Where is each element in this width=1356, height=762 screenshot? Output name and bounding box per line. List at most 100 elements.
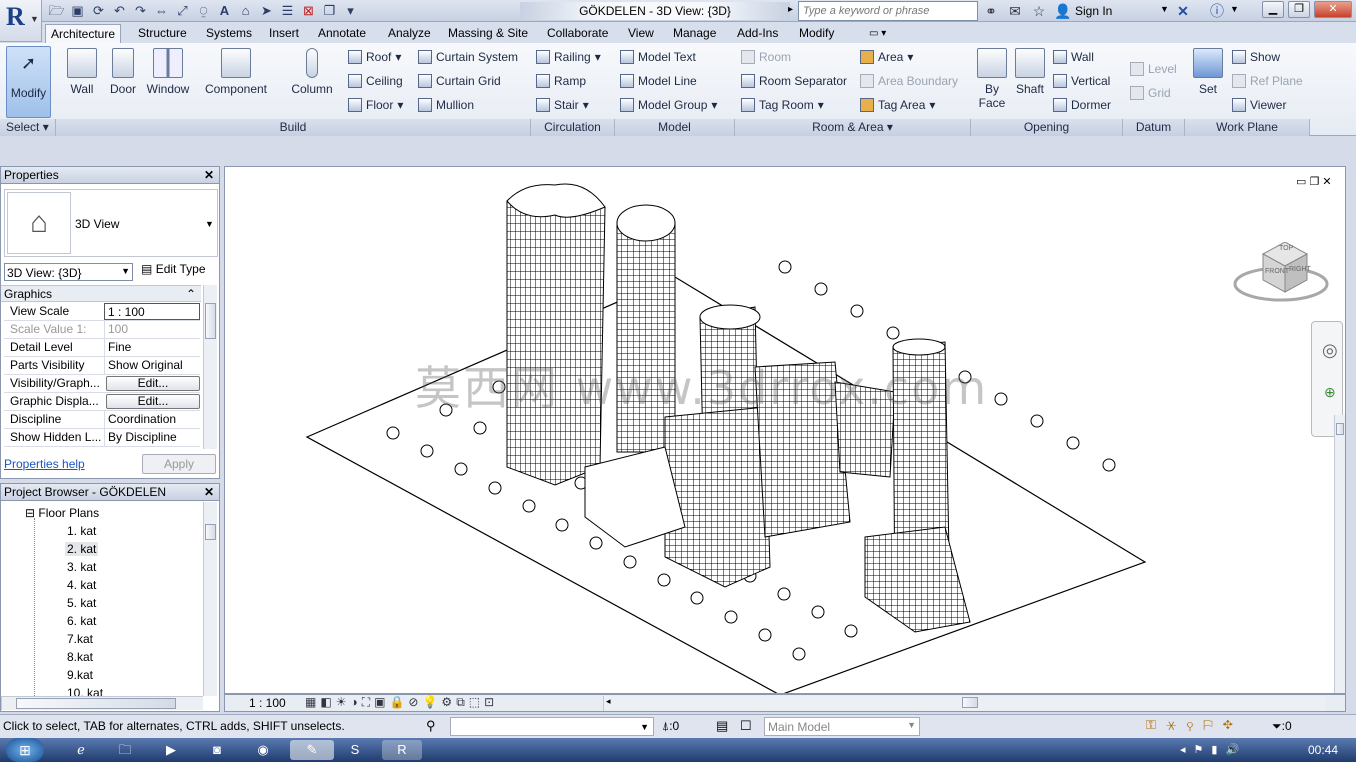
tree-item[interactable]: 7.kat bbox=[67, 632, 93, 646]
tree-item[interactable]: 8.kat bbox=[67, 650, 93, 664]
reveal-hidden-icon[interactable]: 💡 bbox=[422, 695, 441, 709]
grid-button[interactable]: Grid bbox=[1130, 84, 1177, 102]
network-icon[interactable]: ▮ bbox=[1211, 744, 1225, 756]
crop-view-icon[interactable]: ⛶ bbox=[362, 695, 374, 709]
lock-view-icon[interactable]: 🔒 bbox=[389, 695, 408, 709]
vertical-opening-button[interactable]: Vertical bbox=[1053, 72, 1111, 90]
tag-room-button[interactable]: Tag Room ▾ bbox=[741, 96, 847, 114]
tree-item[interactable]: 10. kat bbox=[67, 686, 103, 696]
tab-view[interactable]: View bbox=[623, 24, 659, 43]
prop-value[interactable]: Fine bbox=[104, 339, 200, 356]
show-crop-icon[interactable]: ▣ bbox=[374, 695, 389, 709]
revit-taskbar-icon[interactable]: R bbox=[382, 740, 422, 760]
dimension-icon[interactable]: ⤢ bbox=[174, 3, 191, 19]
browser-horizontal-scrollbar[interactable] bbox=[1, 696, 203, 710]
prop-value[interactable]: By Discipline bbox=[104, 429, 200, 446]
scroll-thumb[interactable] bbox=[205, 303, 216, 339]
dormer-button[interactable]: Dormer bbox=[1053, 96, 1111, 114]
analytical-model-icon[interactable]: ⧉ bbox=[456, 695, 469, 709]
paint-icon[interactable]: ✎ bbox=[290, 740, 334, 760]
ref-plane-button[interactable]: Ref Plane bbox=[1232, 72, 1303, 90]
room-button[interactable]: Room bbox=[741, 48, 847, 66]
model-line-button[interactable]: Model Line bbox=[620, 72, 717, 90]
visibility-edit-button[interactable]: Edit... bbox=[106, 376, 200, 391]
sun-path-icon[interactable]: ☀ bbox=[336, 695, 351, 709]
floor-button[interactable]: Floor ▾ bbox=[348, 96, 403, 114]
wall-button[interactable]: Wall bbox=[62, 48, 102, 96]
show-work-plane-button[interactable]: Show bbox=[1232, 48, 1303, 66]
close-button[interactable]: ✕ bbox=[1314, 1, 1352, 18]
editable-only-count[interactable]: ⍋:0 bbox=[662, 719, 679, 734]
tag-icon[interactable]: ⍜ bbox=[195, 3, 212, 19]
prop-value[interactable]: Show Original bbox=[104, 357, 200, 374]
switch-windows-icon[interactable]: ❐ bbox=[321, 3, 338, 19]
design-options-icon[interactable]: ▤ bbox=[716, 718, 728, 734]
chevron-down-icon[interactable]: ▼ bbox=[1230, 4, 1239, 14]
tree-node-floor-plans[interactable]: ⊟ Floor Plans bbox=[25, 506, 99, 520]
tree-item-selected[interactable]: 2. kat bbox=[65, 542, 99, 556]
section-icon[interactable]: ➤ bbox=[258, 3, 275, 19]
selection-filter-count[interactable]: ⏷:0 bbox=[1272, 719, 1292, 734]
temp-view-props-icon[interactable]: ⚙ bbox=[441, 695, 456, 709]
tree-item[interactable]: 9.kat bbox=[67, 668, 93, 682]
3d-view-canvas[interactable]: 莫西网 www.3drrox.com ▭ ❐ ✕ TOP FRONT RIGHT… bbox=[224, 166, 1346, 694]
room-area-panel-label[interactable]: Room & Area ▾ bbox=[735, 119, 971, 136]
application-menu-button[interactable]: R ▼ bbox=[0, 0, 42, 42]
user-icon[interactable]: 👤 bbox=[1054, 2, 1072, 20]
model-group-button[interactable]: Model Group ▾ bbox=[620, 96, 717, 114]
viewport-vertical-scrollbar[interactable] bbox=[1334, 415, 1345, 693]
ribbon-minimize-toggle[interactable]: ▭ ▾ bbox=[864, 24, 891, 43]
modify-button[interactable]: ➚ Modify bbox=[6, 46, 51, 118]
search-input[interactable]: Type a keyword or phrase bbox=[798, 1, 978, 21]
workset-dropdown[interactable]: ▼ bbox=[450, 717, 654, 736]
minimize-view-icon[interactable]: ▭ bbox=[1296, 176, 1306, 188]
by-face-button[interactable]: By Face bbox=[975, 48, 1009, 110]
constraints-icon[interactable]: ⊡ bbox=[484, 695, 498, 709]
tree-item[interactable]: 3. kat bbox=[67, 560, 96, 574]
shadows-icon[interactable]: ◑ bbox=[350, 695, 361, 709]
steering-wheel-icon[interactable]: ◎ bbox=[1322, 340, 1344, 361]
edit-type-button[interactable]: ▤ Edit Type bbox=[141, 262, 206, 276]
binoculars-icon[interactable]: ⚭ bbox=[982, 2, 1000, 20]
select-pinned-icon[interactable]: ⚲ bbox=[1187, 717, 1203, 732]
view-scale-input[interactable]: 1 : 100 bbox=[104, 303, 200, 320]
show-hidden-icons-icon[interactable]: ◂ bbox=[1180, 744, 1194, 756]
ramp-button[interactable]: Ramp bbox=[536, 72, 601, 90]
subscription-icon[interactable]: ✉ bbox=[1006, 2, 1024, 20]
volume-icon[interactable]: 🔊 bbox=[1225, 744, 1247, 756]
tab-architecture[interactable]: Architecture bbox=[45, 24, 122, 43]
level-button[interactable]: Level bbox=[1130, 60, 1177, 78]
highlight-displacement-icon[interactable]: ⬚ bbox=[469, 695, 484, 709]
action-center-icon[interactable]: ⚑ bbox=[1194, 744, 1212, 756]
graphic-display-edit-button[interactable]: Edit... bbox=[106, 394, 200, 409]
prop-row-discipline[interactable]: Discipline Coordination bbox=[4, 411, 200, 429]
favorites-star-icon[interactable]: ☆ bbox=[1030, 2, 1048, 20]
sync-icon[interactable]: ⟳ bbox=[90, 3, 107, 19]
design-option-dropdown[interactable]: Main Model ▼ bbox=[764, 717, 920, 736]
select-panel-label[interactable]: Select ▾ bbox=[0, 119, 56, 136]
worksets-icon[interactable]: ⚲ bbox=[426, 718, 436, 734]
select-by-face-icon[interactable]: ⚐ bbox=[1203, 717, 1222, 732]
chrome-icon[interactable]: ◉ bbox=[248, 740, 278, 760]
scroll-thumb[interactable] bbox=[16, 698, 176, 709]
tree-item[interactable]: 4. kat bbox=[67, 578, 96, 592]
customize-qat-icon[interactable]: ▾ bbox=[342, 3, 359, 19]
minimize-button[interactable]: ▁ bbox=[1262, 1, 1284, 18]
visual-style-icon[interactable]: ◧ bbox=[320, 695, 335, 709]
undo-icon[interactable]: ↶ bbox=[111, 3, 128, 19]
type-selector-preview[interactable]: ⌂ 3D View ▼ bbox=[4, 189, 218, 257]
tab-structure[interactable]: Structure bbox=[133, 24, 192, 43]
tag-area-button[interactable]: Tag Area ▾ bbox=[860, 96, 958, 114]
tab-annotate[interactable]: Annotate bbox=[313, 24, 371, 43]
browser-vertical-scrollbar[interactable] bbox=[203, 502, 217, 696]
restore-button[interactable]: ❐ bbox=[1288, 1, 1310, 18]
tab-massing-site[interactable]: Massing & Site bbox=[443, 24, 533, 43]
close-hidden-icon[interactable]: ⊠ bbox=[300, 3, 317, 19]
roof-button[interactable]: Roof ▾ bbox=[348, 48, 403, 66]
chevron-down-icon[interactable]: ▼ bbox=[1160, 4, 1169, 14]
tab-manage[interactable]: Manage bbox=[668, 24, 721, 43]
tree-item[interactable]: 6. kat bbox=[67, 614, 96, 628]
tree-item[interactable]: 5. kat bbox=[67, 596, 96, 610]
tab-analyze[interactable]: Analyze bbox=[383, 24, 436, 43]
sign-in-link[interactable]: Sign In bbox=[1075, 4, 1112, 18]
